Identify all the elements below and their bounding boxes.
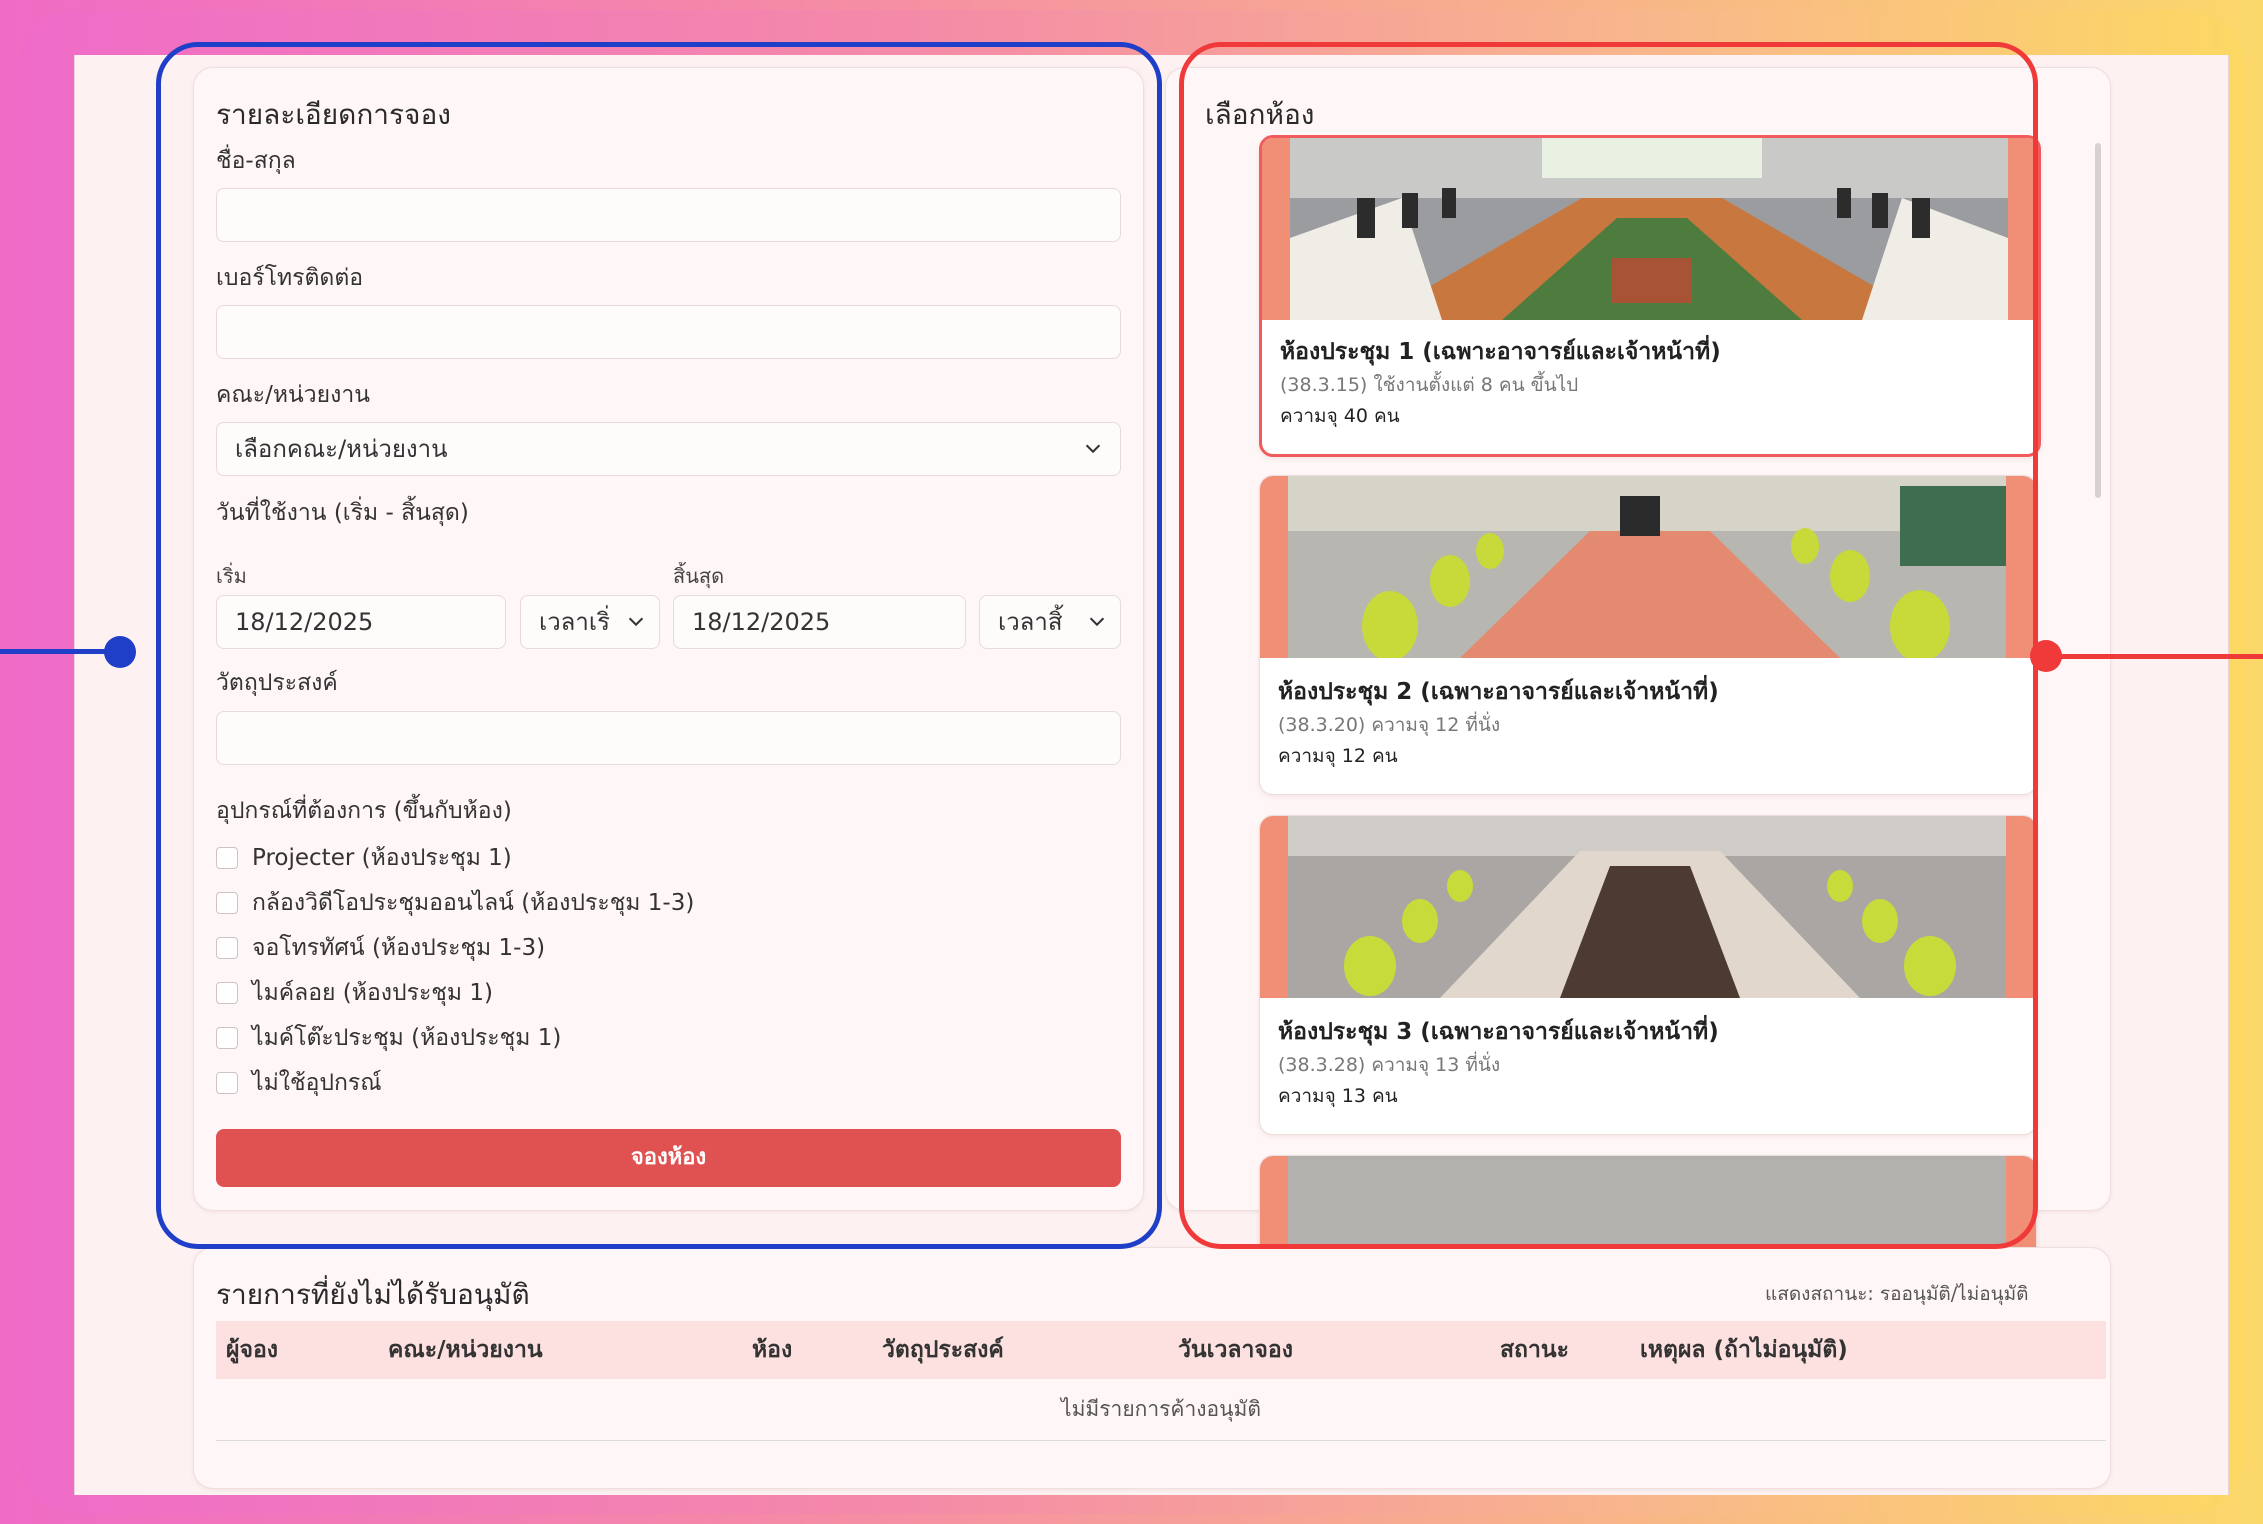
annotation-box-room-select <box>1179 42 2038 1249</box>
annotation-dot-red <box>2030 640 2062 672</box>
annotation-dot-blue <box>104 636 136 668</box>
column-header: วัตถุประสงค์ <box>882 1337 1004 1363</box>
pending-title: รายการที่ยังไม่ได้รับอนุมัติ <box>216 1278 530 1311</box>
presentation-frame: รายละเอียดการจอง ชื่อ-สกุล เบอร์โทรติดต่… <box>18 10 2245 1514</box>
pending-empty-message: ไม่มีรายการค้างอนุมัติ <box>1061 1397 1261 1421</box>
column-header: วันเวลาจอง <box>1178 1337 1293 1363</box>
annotation-line-red <box>2044 654 2263 659</box>
column-header: ผู้จอง <box>226 1337 278 1363</box>
room-list-scrollbar[interactable] <box>2095 143 2101 498</box>
pending-status-note: แสดงสถานะ: รออนุมัติ/ไม่อนุมัติ <box>1765 1283 2029 1305</box>
column-header: ห้อง <box>752 1337 793 1363</box>
column-header: เหตุผล (ถ้าไม่อนุมัติ) <box>1640 1337 1848 1363</box>
column-header: สถานะ <box>1500 1337 1569 1363</box>
table-divider <box>216 1440 2106 1441</box>
annotation-box-booking-form <box>156 42 1162 1249</box>
pending-table-header: ผู้จอง คณะ/หน่วยงาน ห้อง วัตถุประสงค์ วั… <box>216 1321 2106 1379</box>
annotation-line-blue <box>0 649 118 654</box>
column-header: คณะ/หน่วยงาน <box>388 1337 543 1363</box>
